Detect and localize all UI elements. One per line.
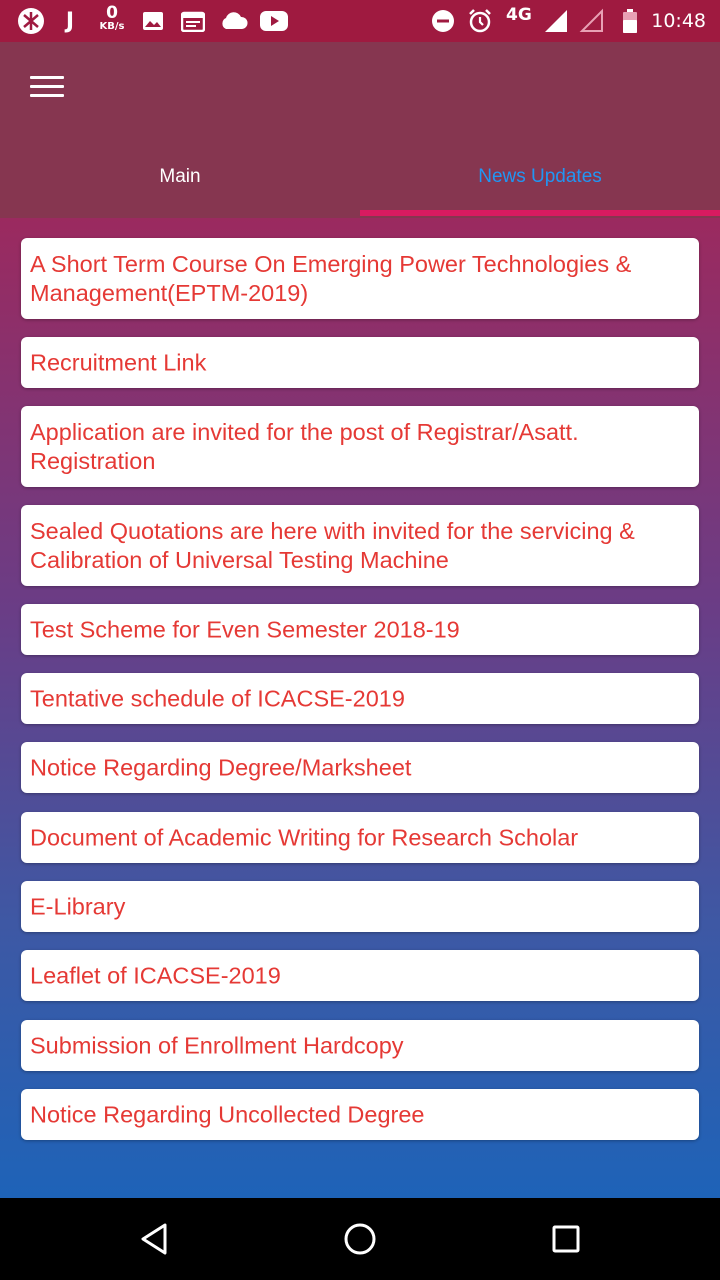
news-item[interactable]: Test Scheme for Even Semester 2018-19 (21, 604, 699, 655)
image-icon (140, 0, 166, 42)
news-item-title: Notice Regarding Uncollected Degree (30, 1101, 425, 1127)
signal-empty-icon (578, 0, 606, 42)
data-speed-indicator: 0 KB/s (94, 4, 130, 32)
news-item-title: Application are invited for the post of … (30, 418, 579, 474)
app-bar: Main News Updates (0, 42, 720, 218)
alarm-icon (466, 0, 494, 42)
tab-selected-indicator (360, 210, 720, 216)
news-item[interactable]: A Short Term Course On Emerging Power Te… (21, 238, 699, 319)
news-item-title: Sealed Quotations are here with invited … (30, 517, 635, 573)
calendar-icon (180, 0, 206, 42)
news-item-title: Submission of Enrollment Hardcopy (30, 1032, 404, 1058)
news-item-title: Tentative schedule of ICACSE-2019 (30, 685, 405, 711)
news-item-title: Test Scheme for Even Semester 2018-19 (30, 616, 460, 642)
home-icon[interactable] (320, 1198, 400, 1280)
do-not-disturb-icon (430, 0, 456, 42)
data-speed-unit: KB/s (99, 21, 125, 32)
news-item-title: Leaflet of ICACSE-2019 (30, 962, 281, 988)
news-item[interactable]: Document of Academic Writing for Researc… (21, 812, 699, 863)
battery-icon (616, 0, 644, 42)
data-speed-value: 0 (106, 3, 118, 23)
news-item-title: Document of Academic Writing for Researc… (30, 824, 579, 850)
news-item-title: Recruitment Link (30, 349, 207, 375)
news-item[interactable]: Recruitment Link (21, 337, 699, 388)
tab-main[interactable]: Main (0, 152, 360, 218)
news-item-title: A Short Term Course On Emerging Power Te… (30, 250, 632, 306)
app-logo-icon (14, 0, 48, 42)
signal-icon (542, 0, 570, 42)
news-item[interactable]: Tentative schedule of ICACSE-2019 (21, 673, 699, 724)
news-item[interactable]: Application are invited for the post of … (21, 406, 699, 487)
clock: 10:48 (651, 10, 706, 32)
status-bar: J 0 KB/s 4G 10:48 (0, 0, 720, 42)
news-item[interactable]: Sealed Quotations are here with invited … (21, 505, 699, 586)
tab-news-updates[interactable]: News Updates (360, 152, 720, 218)
news-item-title: E-Library (30, 893, 126, 919)
news-item[interactable]: Notice Regarding Degree/Marksheet (21, 742, 699, 793)
navigation-bar (0, 1198, 720, 1280)
recents-icon[interactable] (526, 1198, 606, 1280)
news-item[interactable]: E-Library (21, 881, 699, 932)
jio-icon: J (65, 8, 75, 34)
network-type-label: 4G (506, 5, 532, 25)
youtube-icon (258, 0, 290, 42)
news-item[interactable]: Submission of Enrollment Hardcopy (21, 1020, 699, 1071)
back-icon[interactable] (114, 1198, 194, 1280)
news-item-title: Notice Regarding Degree/Marksheet (30, 754, 412, 780)
cloud-icon (218, 0, 250, 42)
news-item[interactable]: Notice Regarding Uncollected Degree (21, 1089, 699, 1140)
news-item[interactable]: Leaflet of ICACSE-2019 (21, 950, 699, 1001)
hamburger-menu-icon[interactable] (30, 76, 64, 102)
news-list[interactable]: A Short Term Course On Emerging Power Te… (0, 218, 720, 1198)
